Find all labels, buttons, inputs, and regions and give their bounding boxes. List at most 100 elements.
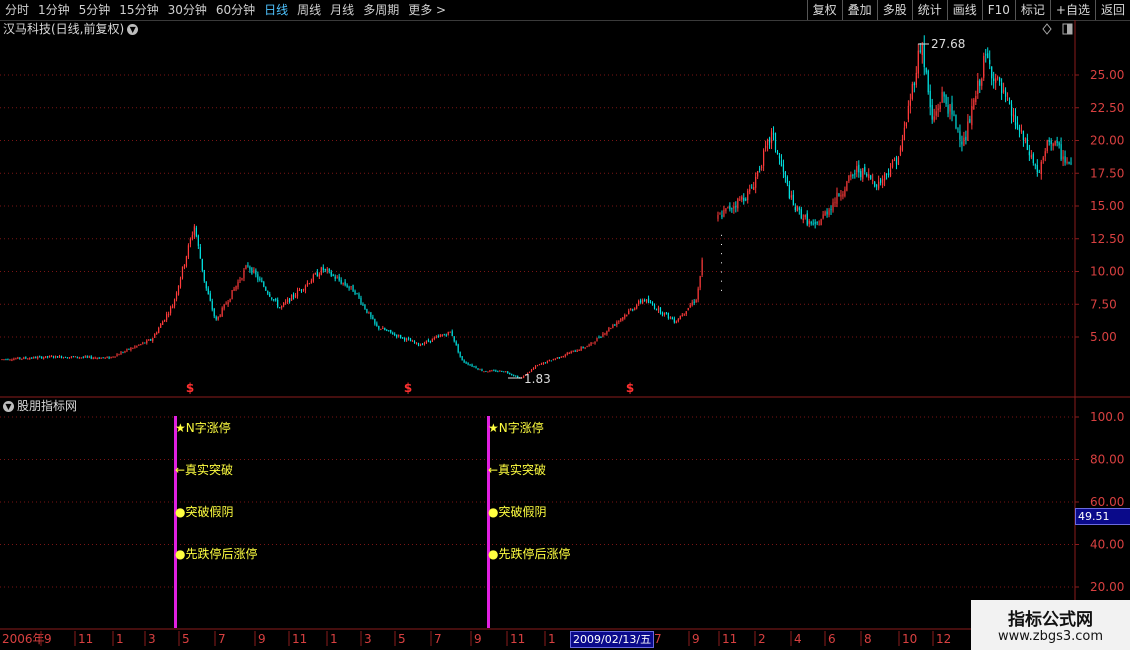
candle-body [382,327,384,330]
candle-body [901,139,904,151]
candle-body [340,280,342,284]
candle-body [78,357,80,359]
candle-body [142,342,144,344]
candle-body [667,312,669,319]
candle-body [780,160,783,167]
candle-body [507,371,509,374]
x-month-label: 4 [794,632,802,646]
candle-body [98,357,100,359]
candle-body [834,202,836,204]
candle-body [745,199,747,201]
candle-body [814,222,816,224]
candle-body [1026,138,1028,150]
candle-body [749,189,751,192]
candle-body [889,169,892,177]
candle-body [140,344,142,346]
indicator-name: 股朋指标网 [17,399,78,413]
candle-body [144,342,146,344]
candle-body [885,173,888,175]
candle-body [858,164,860,173]
candle-body [689,305,691,308]
candle-body [866,174,868,176]
candle-body [602,333,604,337]
candle-body [112,356,114,358]
candle-body [681,314,683,316]
candle-body [969,118,971,123]
candle-body [152,338,154,342]
candle-body [1024,138,1026,140]
candle-body [82,357,84,359]
candle-body [538,364,541,366]
candle-body [784,171,787,178]
candle-body [753,187,755,190]
candle-body [683,313,685,315]
candle-body [655,309,658,311]
candle-body [253,269,255,273]
candle-body [632,309,634,311]
candle-body [471,364,473,367]
candle-body [907,105,909,120]
candle-body [1030,155,1032,158]
x-month-label: 1 [330,632,338,646]
candle-body [796,206,798,212]
candle-body [669,317,671,319]
candle-body [786,177,788,185]
x-month-label: 9 [44,632,52,646]
candle-body [187,245,190,257]
signal-label: ●突破假阴 [175,504,233,519]
candle-body [1036,164,1038,173]
candle-body [39,356,41,358]
candle-body [148,339,150,341]
candle-body [985,54,987,56]
gap-dot [721,271,722,273]
candle-body [17,357,19,359]
candle-body [1050,140,1052,144]
candle-body [400,335,402,338]
candle-body [11,359,13,361]
candle-body [874,181,876,187]
candle-body [356,293,358,295]
candle-body [909,100,911,106]
candle-body [318,274,320,277]
candle-body [86,356,88,358]
candle-body [245,265,247,269]
candle-body [995,78,997,83]
candle-body [628,310,630,314]
candle-body [534,365,537,369]
candle-body [673,318,675,323]
candle-body [407,338,410,340]
candle-body [983,55,985,78]
x-month-label: 3 [364,632,372,646]
diamond-icon[interactable] [1042,23,1052,35]
candle-body [235,285,237,290]
gap-dot [721,234,722,236]
candle-body [290,295,293,301]
candle-body [332,274,334,276]
candle-body [209,293,211,301]
candle-body [638,300,640,305]
candle-body [56,356,59,358]
candle-body [445,334,447,336]
candle-body [596,337,598,342]
panel-toggle-icon[interactable] [1062,23,1073,35]
candle-body [60,356,63,358]
candle-body [37,356,39,359]
candle-body [435,336,437,338]
candle-body [925,67,927,73]
candle-body [733,206,735,209]
chevron-down-icon[interactable]: ▼ [127,24,139,35]
candle-body [287,299,289,302]
candle-body [334,276,336,279]
candle-body [816,222,818,224]
candle-body [739,199,741,201]
candle-body [96,357,98,359]
candle-body [124,351,126,353]
gap-dot [721,253,722,255]
candle-body [402,337,404,339]
candle-body [168,313,170,315]
candle-body [870,175,872,179]
candle-body [394,334,396,336]
candle-body [118,354,120,356]
chevron-down-icon[interactable]: ▼ [3,401,14,412]
candle-body [778,155,781,159]
